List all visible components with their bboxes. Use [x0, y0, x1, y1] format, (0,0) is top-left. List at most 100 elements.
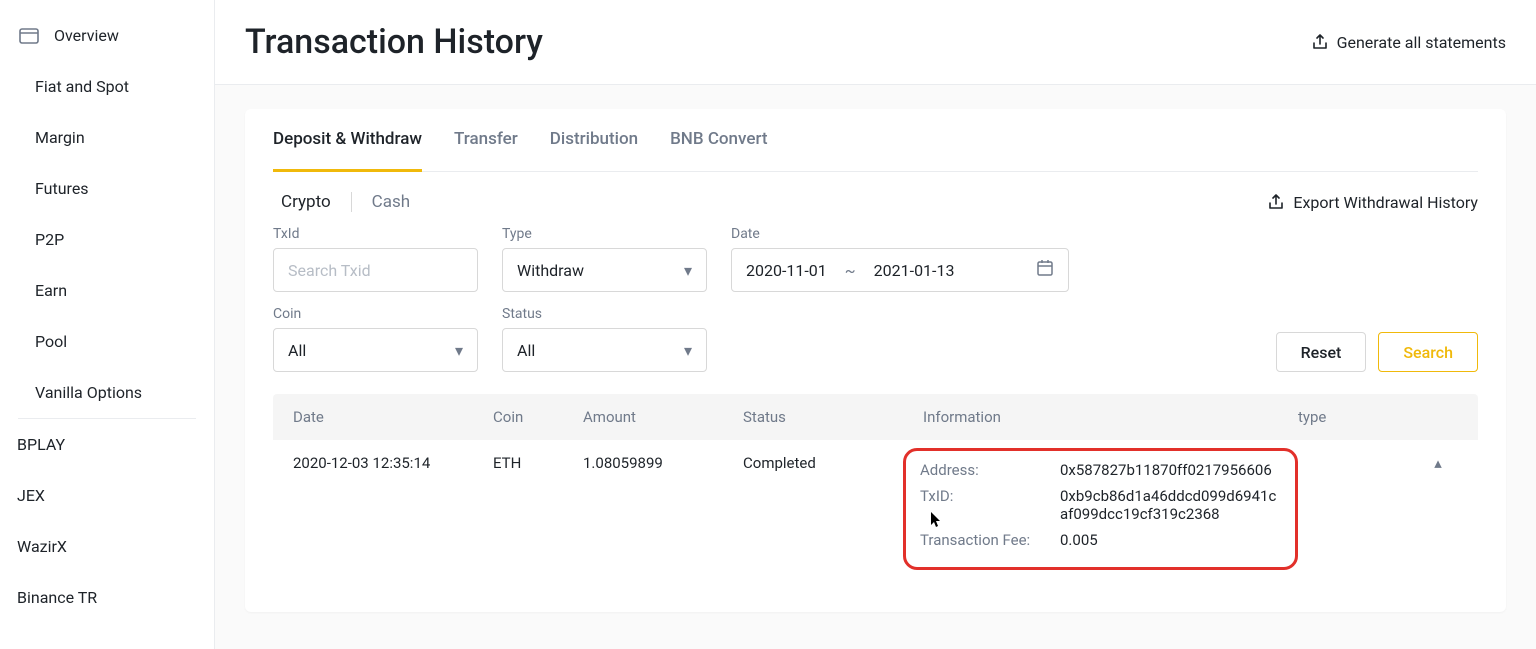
- export-withdrawal-link[interactable]: Export Withdrawal History: [1267, 193, 1478, 212]
- sidebar-item-jex[interactable]: JEX: [0, 470, 196, 521]
- search-button[interactable]: Search: [1378, 332, 1478, 372]
- sidebar-label: BPLAY: [17, 435, 65, 454]
- date-label: Date: [731, 226, 1069, 242]
- filter-status: Status All ▾: [502, 306, 707, 372]
- coin-value: All: [288, 341, 306, 360]
- sidebar-item-binance-tr[interactable]: Binance TR: [0, 572, 196, 623]
- sidebar-label: Margin: [35, 128, 85, 147]
- tab-bnb-convert[interactable]: BNB Convert: [670, 109, 767, 171]
- filter-buttons: Reset Search: [1276, 332, 1478, 372]
- txid-value: 0xb9cb86d1a46ddcd099d6941caf099dcc19cf31…: [1060, 487, 1280, 523]
- chevron-down-icon: ▾: [455, 341, 463, 360]
- sidebar-item-fiat-spot[interactable]: Fiat and Spot: [18, 61, 178, 112]
- table-row[interactable]: 2020-12-03 12:35:14 ETH 1.08059899 Compl…: [273, 440, 1478, 584]
- subtabs-row: Crypto Cash Export Withdrawal History: [273, 172, 1478, 220]
- cell-info: Address: 0x587827b11870ff0217956606 TxID…: [923, 454, 1298, 570]
- tab-distribution[interactable]: Distribution: [550, 109, 638, 171]
- calendar-icon: [1036, 259, 1054, 281]
- th-status: Status: [743, 408, 923, 426]
- sidebar-label: P2P: [35, 230, 64, 249]
- cell-coin: ETH: [493, 454, 583, 472]
- filter-coin: Coin All ▾: [273, 306, 478, 372]
- sidebar-item-pool[interactable]: Pool: [18, 316, 178, 367]
- status-select[interactable]: All ▾: [502, 328, 707, 372]
- chevron-down-icon: ▾: [684, 341, 692, 360]
- transactions-table: Date Coin Amount Status Information type…: [273, 394, 1478, 584]
- fee-value: 0.005: [1060, 531, 1098, 549]
- wallet-icon: [18, 27, 40, 45]
- chevron-down-icon: ▾: [684, 261, 692, 280]
- th-amount: Amount: [583, 408, 743, 426]
- th-info: Information: [923, 408, 1298, 426]
- main-content: Transaction History Generate all stateme…: [215, 0, 1536, 649]
- date-to: 2021-01-13: [874, 261, 955, 280]
- subtab-cash[interactable]: Cash: [364, 192, 418, 212]
- address-label: Address:: [920, 461, 1060, 479]
- header: Transaction History Generate all stateme…: [215, 0, 1536, 85]
- txid-label: TxId: [273, 226, 478, 242]
- coin-label: Coin: [273, 306, 478, 322]
- sidebar-item-margin[interactable]: Margin: [18, 112, 178, 163]
- sidebar-label: Earn: [35, 281, 67, 300]
- table-header: Date Coin Amount Status Information type: [273, 394, 1478, 440]
- reset-button[interactable]: Reset: [1276, 332, 1367, 372]
- filter-txid: TxId: [273, 226, 478, 292]
- divider: [351, 192, 352, 212]
- sidebar-label: Vanilla Options: [35, 383, 142, 402]
- export-icon: [1267, 193, 1285, 211]
- sidebar-item-earn[interactable]: Earn: [18, 265, 178, 316]
- sidebar-label: JEX: [17, 486, 45, 505]
- sidebar-label: Fiat and Spot: [35, 77, 129, 96]
- sidebar-item-bplay[interactable]: BPLAY: [0, 419, 196, 470]
- type-value: Withdraw: [517, 261, 584, 280]
- txid-input[interactable]: [273, 248, 478, 292]
- sidebar-item-wazirx[interactable]: WazirX: [0, 521, 196, 572]
- filters-row1: TxId Type Withdraw ▾ Date 2020-11-01 ~ 2: [273, 226, 1478, 292]
- th-type: type: [1298, 408, 1418, 426]
- sidebar-label: Binance TR: [17, 588, 97, 607]
- type-select[interactable]: Withdraw ▾: [502, 248, 707, 292]
- txid-label: TxID:: [920, 487, 1060, 523]
- sidebar-item-overview[interactable]: Overview: [0, 10, 196, 61]
- cell-date: 2020-12-03 12:35:14: [293, 454, 493, 472]
- export-label: Export Withdrawal History: [1293, 193, 1478, 212]
- sidebar-label: Futures: [35, 179, 89, 198]
- sidebar-item-futures[interactable]: Futures: [18, 163, 178, 214]
- sidebar-label: Overview: [54, 26, 119, 45]
- address-value: 0x587827b11870ff0217956606: [1060, 461, 1272, 479]
- th-coin: Coin: [493, 408, 583, 426]
- content-area: Deposit & Withdraw Transfer Distribution…: [215, 85, 1536, 649]
- card: Deposit & Withdraw Transfer Distribution…: [245, 109, 1506, 612]
- tab-deposit-withdraw[interactable]: Deposit & Withdraw: [273, 109, 422, 172]
- status-label: Status: [502, 306, 707, 322]
- tab-transfer[interactable]: Transfer: [454, 109, 518, 171]
- generate-label: Generate all statements: [1337, 33, 1506, 52]
- sidebar-item-p2p[interactable]: P2P: [18, 214, 178, 265]
- status-value: All: [517, 341, 535, 360]
- collapse-icon[interactable]: ▴: [1418, 454, 1458, 472]
- generate-statements-link[interactable]: Generate all statements: [1311, 33, 1506, 52]
- filters-row2: Coin All ▾ Status All ▾: [273, 306, 1478, 372]
- sidebar: Overview Fiat and Spot Margin Futures P2…: [0, 0, 215, 649]
- sidebar-label: Pool: [35, 332, 67, 351]
- subtabs: Crypto Cash: [273, 192, 418, 212]
- sidebar-item-vanilla-options[interactable]: Vanilla Options: [18, 367, 178, 418]
- date-from: 2020-11-01: [746, 261, 827, 280]
- date-range-picker[interactable]: 2020-11-01 ~ 2021-01-13: [731, 248, 1069, 292]
- th-expand: [1418, 408, 1458, 426]
- tabs: Deposit & Withdraw Transfer Distribution…: [273, 109, 1478, 172]
- tilde: ~: [845, 261, 856, 280]
- cell-status: Completed: [743, 454, 923, 472]
- filter-type: Type Withdraw ▾: [502, 226, 707, 292]
- subtab-crypto[interactable]: Crypto: [273, 192, 339, 212]
- cell-amount: 1.08059899: [583, 454, 743, 472]
- info-highlight-box: Address: 0x587827b11870ff0217956606 TxID…: [903, 448, 1298, 570]
- fee-label: Transaction Fee:: [920, 531, 1060, 549]
- page-title: Transaction History: [245, 22, 543, 62]
- th-date: Date: [293, 408, 493, 426]
- filter-date: Date 2020-11-01 ~ 2021-01-13: [731, 226, 1069, 292]
- export-icon: [1311, 33, 1329, 51]
- coin-select[interactable]: All ▾: [273, 328, 478, 372]
- sidebar-label: WazirX: [17, 537, 67, 556]
- type-label: Type: [502, 226, 707, 242]
